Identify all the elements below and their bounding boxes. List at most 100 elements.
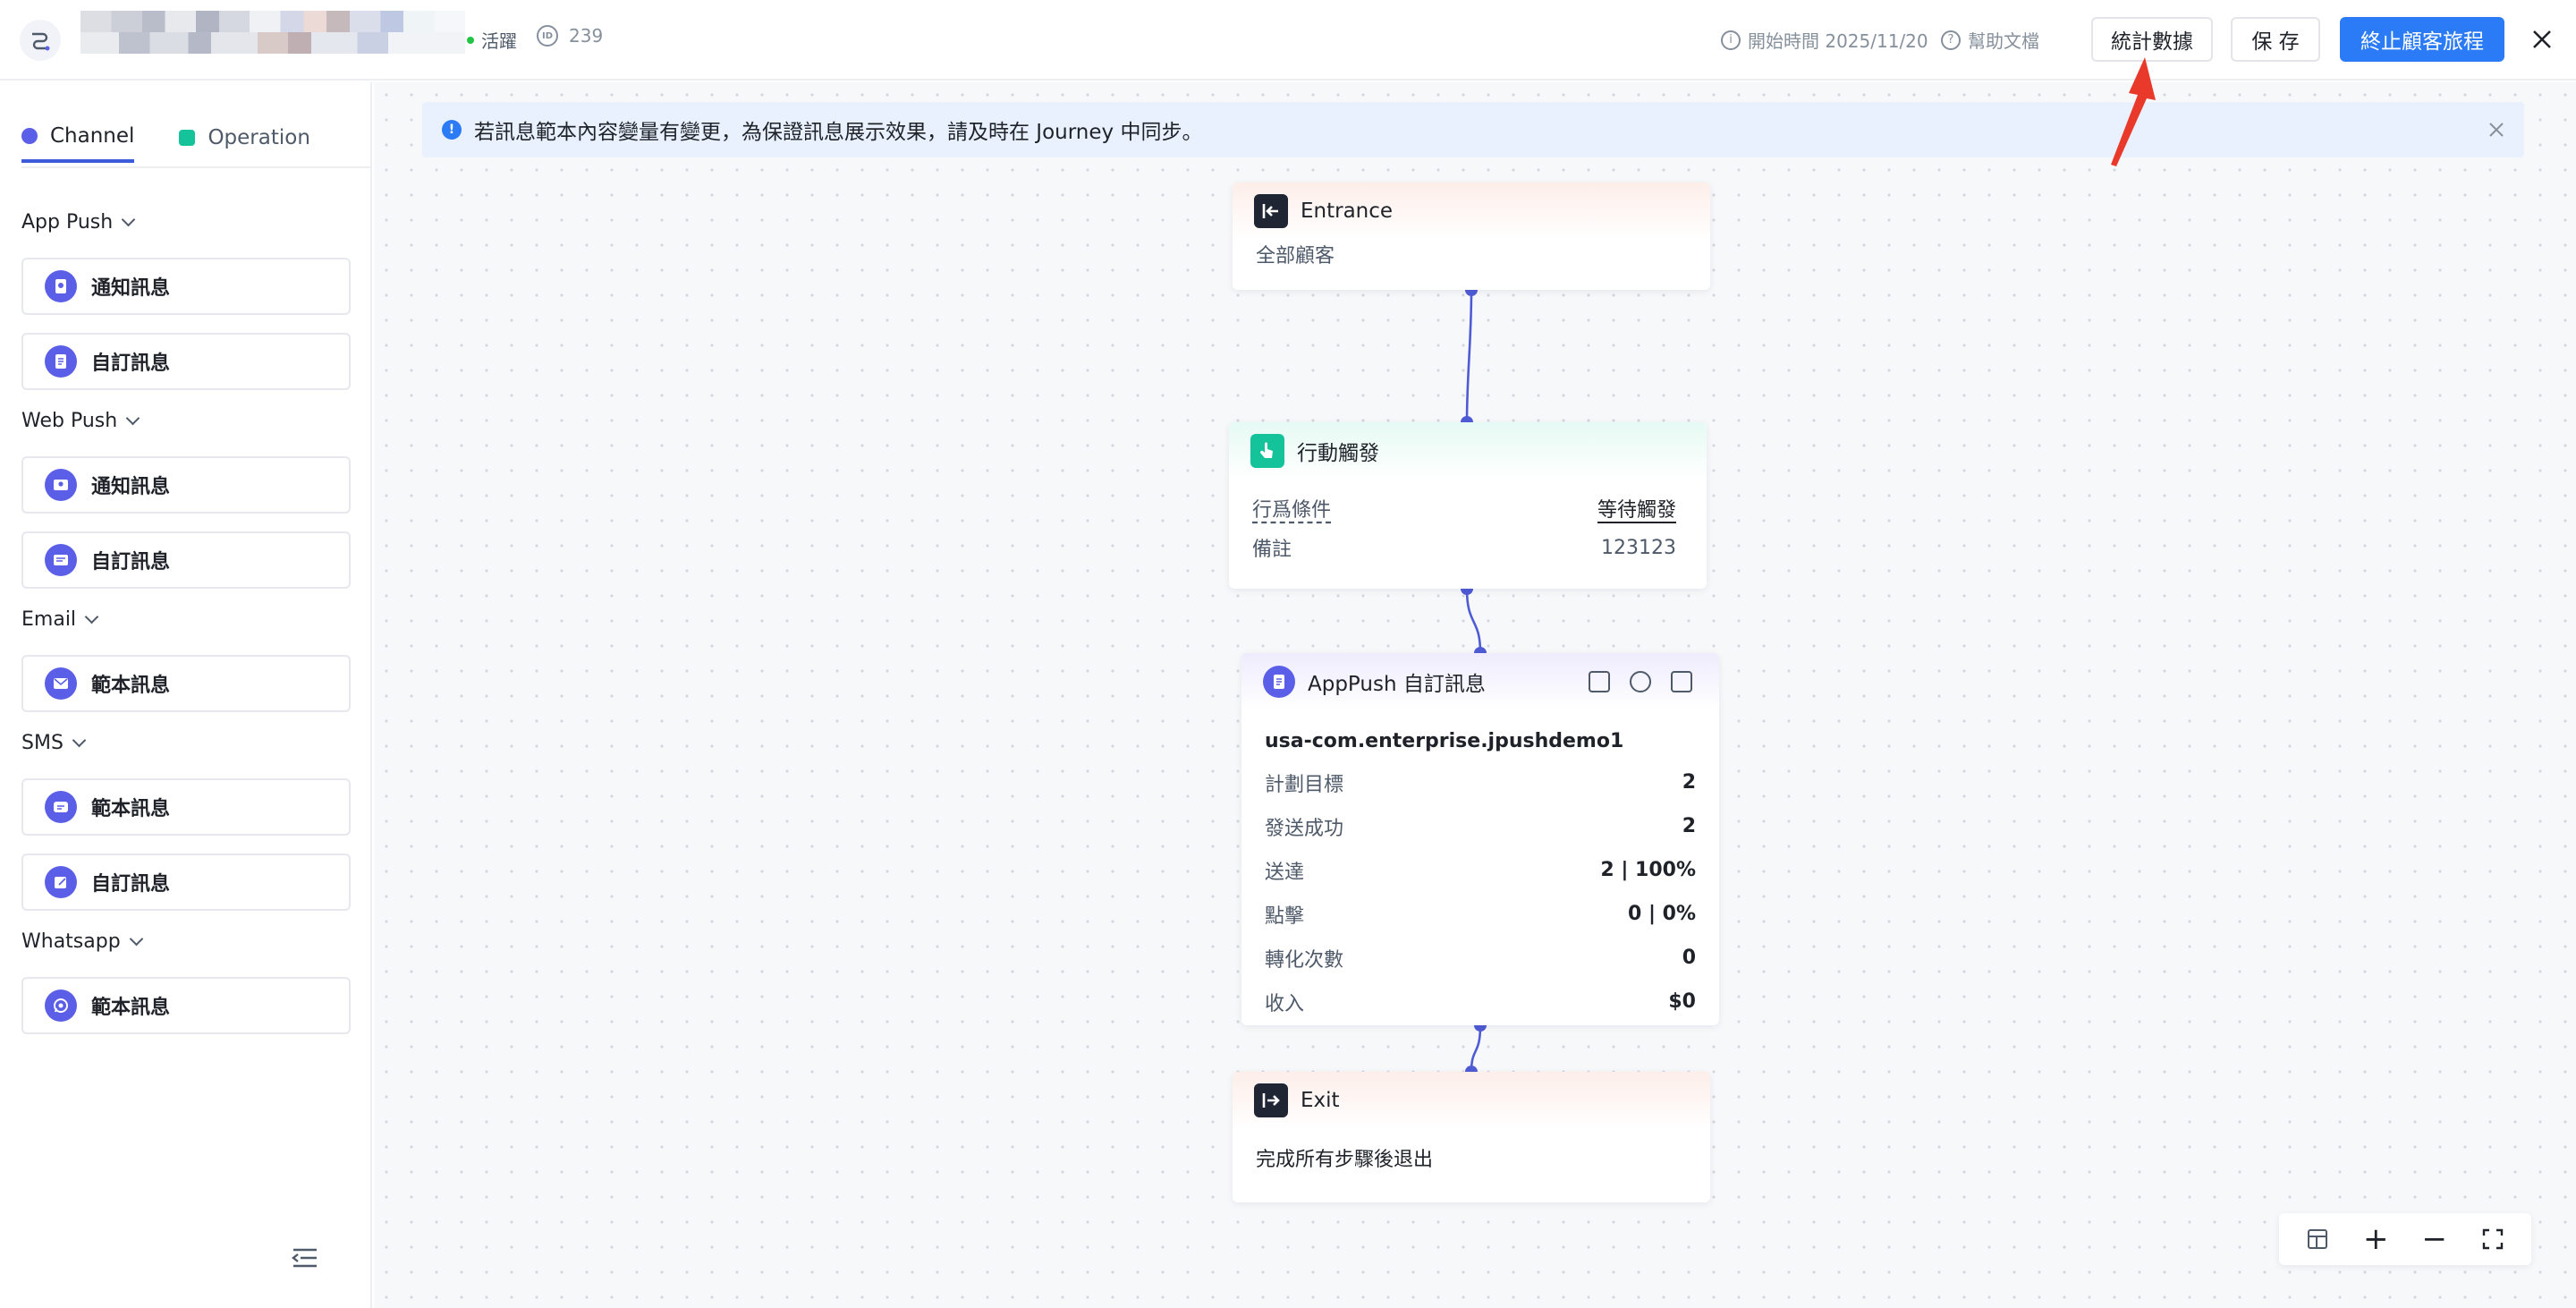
stop-journey-button[interactable]: 終止顧客旅程 <box>2340 17 2504 62</box>
tab-channel-label: Channel <box>50 124 135 148</box>
group-whatsapp[interactable]: Whatsapp <box>21 930 143 953</box>
condition-label: 行爲條件 <box>1252 499 1332 522</box>
node-toolbar <box>1589 671 1692 692</box>
stat-row: 轉化次數 0 <box>1241 936 1719 980</box>
collapse-sidebar-icon[interactable] <box>292 1247 318 1269</box>
web-notification-icon <box>45 469 77 501</box>
info-icon: ! <box>442 120 462 140</box>
sidebar-tabs: Channel Operation <box>21 118 310 163</box>
group-app-push[interactable]: App Push <box>21 211 136 234</box>
stat-label: 發送成功 <box>1265 817 1344 840</box>
document-icon <box>45 345 77 378</box>
layout-icon[interactable] <box>2300 1221 2335 1257</box>
channel-item-sms-custom[interactable]: 自訂訊息 <box>21 854 351 911</box>
channel-item-app-push-notification[interactable]: 通知訊息 <box>21 258 351 315</box>
note-value: 123123 <box>1601 536 1676 559</box>
node-action-trigger[interactable]: 行動觸發 行爲條件 等待觸發 備註 123123 <box>1229 422 1707 589</box>
web-custom-icon <box>45 544 77 576</box>
document-icon <box>1263 666 1295 698</box>
sms-icon <box>45 791 77 823</box>
chart-icon[interactable] <box>1671 671 1692 692</box>
note-label: 備註 <box>1252 539 1292 561</box>
channel-item-email-template[interactable]: 範本訊息 <box>21 655 351 712</box>
channel-item-whatsapp-template[interactable]: 範本訊息 <box>21 977 351 1034</box>
stat-row: 發送成功 2 <box>1241 804 1719 848</box>
status-text: 活躍 <box>481 30 517 52</box>
stat-label: 送達 <box>1265 861 1305 884</box>
channel-item-label: 通知訊息 <box>91 277 171 300</box>
stat-label: 點擊 <box>1265 905 1305 928</box>
sync-notice-banner: ! 若訊息範本內容變量有變更，為保證訊息展示效果，請及時在 Journey 中同… <box>422 102 2524 157</box>
stat-value: 0 <box>1682 947 1696 969</box>
email-icon <box>45 667 77 700</box>
whatsapp-icon <box>45 989 77 1022</box>
stat-value: 2 <box>1682 771 1696 794</box>
node-title: AppPush 自訂訊息 <box>1308 673 1486 696</box>
stat-row: 點擊 0 | 0% <box>1241 892 1719 936</box>
group-email-label: Email <box>21 608 77 631</box>
canvas-controls: + − <box>2279 1213 2531 1265</box>
channel-item-label: 自訂訊息 <box>91 352 171 375</box>
id-value: 239 <box>569 25 604 47</box>
close-icon[interactable] <box>2481 115 2512 145</box>
archive-icon[interactable] <box>1589 671 1610 692</box>
info-icon: i <box>1721 30 1741 50</box>
operation-dot-icon <box>179 130 196 146</box>
channel-item-label: 通知訊息 <box>91 476 171 498</box>
status-badge: 活躍 <box>467 27 517 53</box>
save-button[interactable]: 保 存 <box>2231 17 2320 62</box>
start-time: i 開始時間 2025/11/20 <box>1721 27 1928 53</box>
node-exit[interactable]: Exit 完成所有步驟後退出 <box>1233 1072 1710 1202</box>
notice-text: 若訊息範本內容變量有變更，為保證訊息展示效果，請及時在 Journey 中同步。 <box>474 121 1203 144</box>
entrance-icon <box>1254 194 1288 228</box>
node-apppush-custom[interactable]: AppPush 自訂訊息 usa-com.enterprise.jpushdem… <box>1241 653 1719 1025</box>
chevron-down-icon <box>72 733 87 748</box>
channel-item-app-push-custom[interactable]: 自訂訊息 <box>21 333 351 390</box>
stat-label: 轉化次數 <box>1265 948 1344 972</box>
exit-icon <box>1254 1083 1288 1117</box>
zoom-in-button[interactable]: + <box>2358 1221 2394 1257</box>
touch-icon <box>1250 434 1284 468</box>
node-entrance[interactable]: Entrance 全部顧客 <box>1233 183 1710 290</box>
notification-icon <box>45 270 77 302</box>
node-body: 完成所有步驟後退出 <box>1256 1149 1434 1171</box>
settings-icon[interactable] <box>1630 671 1651 692</box>
group-web-push[interactable]: Web Push <box>21 410 140 432</box>
stat-value: 0 | 0% <box>1627 903 1696 925</box>
tab-operation-label: Operation <box>208 126 310 149</box>
journey-title-blurred <box>80 11 465 54</box>
fullscreen-icon[interactable] <box>2475 1221 2511 1257</box>
help-docs-link[interactable]: ? 幫助文檔 <box>1941 27 2039 53</box>
status-dot <box>467 36 474 44</box>
tab-operation[interactable]: Operation <box>179 118 310 163</box>
condition-row: 行爲條件 等待觸發 <box>1229 488 1707 528</box>
tab-channel[interactable]: Channel <box>21 118 135 163</box>
node-header: Exit <box>1233 1072 1710 1129</box>
stat-value: 2 | 100% <box>1600 859 1696 881</box>
journey-id: ID 239 <box>537 25 603 47</box>
node-header: Entrance <box>1233 183 1710 240</box>
zoom-out-button[interactable]: − <box>2417 1221 2453 1257</box>
channel-item-web-push-notification[interactable]: 通知訊息 <box>21 456 351 514</box>
chevron-down-icon <box>84 609 99 624</box>
journey-icon[interactable] <box>20 20 61 61</box>
close-icon[interactable] <box>2524 21 2560 57</box>
help-docs-text: 幫助文檔 <box>1968 30 2039 52</box>
channel-item-web-push-custom[interactable]: 自訂訊息 <box>21 531 351 589</box>
channel-item-sms-template[interactable]: 範本訊息 <box>21 778 351 836</box>
app-name: usa-com.enterprise.jpushdemo1 <box>1265 729 1624 752</box>
group-email[interactable]: Email <box>21 608 99 631</box>
group-whatsapp-label: Whatsapp <box>21 930 121 953</box>
tabs-divider <box>21 166 372 168</box>
edit-message-icon <box>45 866 77 898</box>
statistics-button[interactable]: 統計數據 <box>2091 17 2213 62</box>
channel-item-label: 範本訊息 <box>91 798 171 820</box>
node-body: 全部顧客 <box>1256 245 1335 268</box>
chevron-down-icon <box>121 212 136 227</box>
group-sms[interactable]: SMS <box>21 732 87 754</box>
start-time-text: 開始時間 2025/11/20 <box>1748 30 1928 52</box>
condition-value[interactable]: 等待觸發 <box>1597 494 1676 522</box>
chevron-down-icon <box>129 931 143 947</box>
node-title: Entrance <box>1301 200 1394 223</box>
node-title: 行動觸發 <box>1297 442 1379 465</box>
